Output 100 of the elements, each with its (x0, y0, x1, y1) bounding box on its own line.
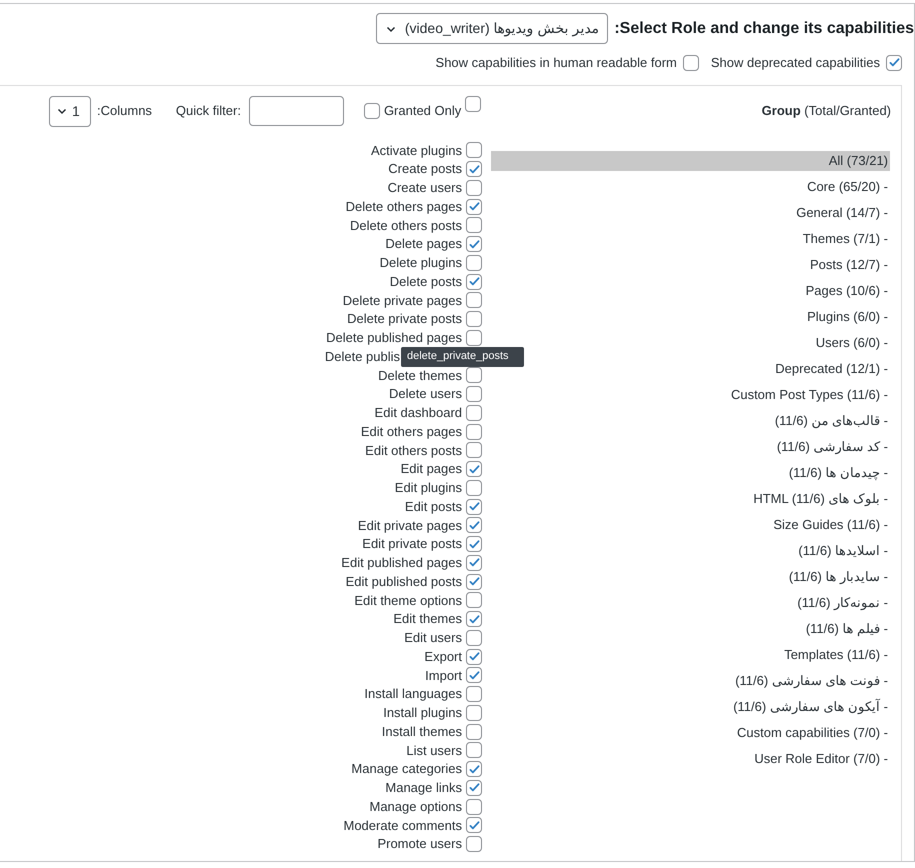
checkbox[interactable] (466, 236, 482, 252)
group-item[interactable]: - چیدمان ها (11/6) (491, 463, 890, 483)
check-icon (468, 538, 480, 551)
check-icon (468, 275, 480, 288)
quick-filter-field[interactable] (248, 96, 344, 126)
page-title: Select Role and change its capabilities: (614, 18, 914, 38)
capability-label: Import (425, 666, 462, 685)
capability-label: Manage categories (351, 760, 462, 778)
checkbox[interactable] (466, 480, 482, 496)
checkbox[interactable] (466, 442, 482, 458)
group-item[interactable]: - Themes (7/1) (491, 229, 890, 249)
group-item[interactable]: - Plugins (6/0) (491, 307, 890, 327)
checkbox[interactable] (466, 424, 482, 440)
group-item[interactable]: - Core (65/20) (491, 177, 890, 197)
group-item[interactable]: - Custom Post Types (11/6) (491, 385, 890, 405)
checkbox[interactable] (466, 592, 482, 608)
role-select[interactable]: مدیر بخش ویدیوها (video_writer) (376, 13, 608, 44)
checkbox[interactable] (466, 311, 482, 328)
checkbox[interactable] (466, 404, 482, 421)
checkbox[interactable] (466, 367, 482, 384)
check-icon (468, 650, 480, 664)
group-item[interactable]: - User Role Editor (7/0) (491, 749, 890, 769)
checkbox[interactable] (886, 54, 902, 71)
capability-label: Install themes (382, 722, 462, 741)
checkbox[interactable] (466, 574, 482, 590)
check-icon (468, 162, 480, 176)
checkbox[interactable] (466, 217, 482, 234)
group-item[interactable]: - اسلایدها (11/6) (491, 541, 890, 561)
group-item[interactable]: - General (14/7) (491, 203, 890, 223)
capability-label: Delete others posts (350, 216, 462, 235)
capability-label: Create users (388, 179, 462, 198)
capability-label: Delete private posts (347, 310, 462, 328)
group-item[interactable]: All (73/21) (491, 151, 890, 171)
group-item[interactable]: - Custom capabilities (7/0) (491, 723, 890, 743)
capability-label: Edit pages (400, 460, 462, 478)
capability-label: Install plugins (383, 704, 462, 722)
checkbox[interactable] (682, 54, 699, 71)
checkbox[interactable] (466, 161, 482, 178)
checkbox[interactable] (466, 180, 482, 196)
checkbox[interactable] (466, 611, 482, 628)
tooltip: delete_private_posts (401, 346, 524, 367)
group-item[interactable]: - فونت های سفارشی (11/6) (491, 671, 890, 691)
capability-label: Manage options (369, 798, 462, 816)
checkbox[interactable] (466, 761, 482, 778)
checkbox[interactable] (466, 554, 482, 571)
check-icon (468, 500, 480, 514)
capability-label: Edit others posts (365, 442, 462, 460)
group-item[interactable]: - Size Guides (11/6) (491, 515, 890, 535)
checkbox[interactable] (466, 142, 482, 158)
checkbox[interactable] (466, 517, 482, 534)
group-item[interactable]: - Pages (10/6) (491, 281, 890, 301)
group-item[interactable]: - کد سفارشی (11/6) (491, 437, 890, 457)
checkbox[interactable] (466, 536, 482, 552)
capability-label: Activate plugins (370, 142, 462, 160)
check-icon (468, 668, 480, 682)
quick-filter-label: Quick filter: (176, 102, 241, 120)
checkbox[interactable] (466, 798, 482, 815)
checkbox[interactable] (465, 96, 482, 112)
group-item[interactable]: - آیکون های سفارشی (11/6) (491, 697, 890, 717)
checkbox[interactable] (466, 817, 482, 834)
checkbox[interactable] (364, 103, 380, 119)
capability-label: Delete users (389, 385, 462, 404)
checkbox[interactable] (466, 704, 482, 721)
checkbox[interactable] (466, 198, 482, 215)
checkbox[interactable] (466, 630, 482, 646)
checkbox[interactable] (466, 254, 482, 271)
check-icon (468, 200, 480, 214)
group-item[interactable]: - بلوک های HTML (11/6) (491, 489, 890, 509)
checkbox[interactable] (466, 330, 482, 346)
group-item[interactable]: - سایدبار ها (11/6) (491, 567, 890, 587)
checkbox[interactable] (466, 461, 482, 478)
checkbox[interactable] (466, 274, 482, 290)
checkbox[interactable] (466, 292, 482, 308)
checkbox[interactable] (466, 498, 482, 515)
checkbox[interactable] (466, 780, 482, 796)
capability-label: Manage links (385, 779, 462, 798)
checkbox[interactable] (466, 386, 482, 402)
checkbox[interactable] (466, 836, 482, 852)
capability-label: Export (424, 648, 462, 666)
capability-label: Install languages (364, 685, 462, 704)
capability-label: Delete published pages (326, 329, 462, 348)
capability-label: Delete others pages (346, 198, 462, 216)
capability-label: Edit others pages (360, 422, 462, 441)
checkbox[interactable] (466, 648, 482, 665)
checkbox[interactable] (466, 724, 482, 740)
group-item[interactable]: - فیلم ها (11/6) (491, 619, 890, 639)
columns-label: Columns: (97, 102, 152, 120)
checkbox[interactable] (466, 742, 482, 758)
checkbox[interactable] (466, 686, 482, 702)
group-item[interactable]: - Posts (12/7) (491, 255, 890, 275)
columns-select[interactable]: 1 (49, 96, 91, 126)
group-item[interactable]: - قالب‌های من (11/6) (491, 411, 890, 431)
capability-label: Create posts (388, 160, 462, 178)
check-icon (468, 818, 480, 832)
group-heading: Group (Total/Granted) (762, 102, 891, 120)
capability-label: Edit private posts (362, 535, 462, 554)
group-item[interactable]: - نمونه‌کار (11/6) (491, 593, 890, 613)
group-item[interactable]: - Templates (11/6) (491, 645, 890, 665)
capability-label: Delete private pages (342, 292, 462, 310)
checkbox[interactable] (466, 667, 482, 684)
